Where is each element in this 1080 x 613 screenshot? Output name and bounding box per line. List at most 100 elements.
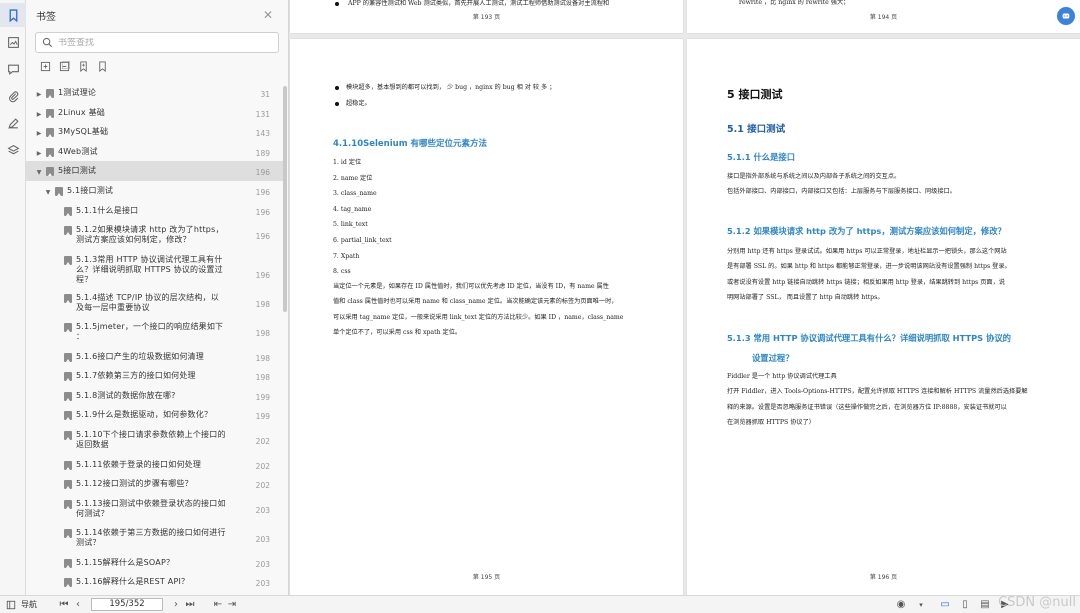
navigation-panel-icon[interactable] [4, 598, 18, 612]
page-number-input[interactable]: 195/352 [91, 598, 163, 611]
close-icon[interactable]: ✕ [260, 7, 276, 23]
next-page-icon[interactable]: › [169, 598, 183, 612]
bookmark-item[interactable]: 5.1.9什么是数据驱动，如何参数化？ 199 [26, 405, 284, 425]
subsection-heading-5-1-3-cont: 设置过程？ [752, 353, 794, 363]
last-page-icon[interactable]: ⏭ [183, 598, 197, 612]
bookmark-item[interactable]: 5.1.11依赖于登录的接口如何处理 202 [26, 455, 284, 475]
bookmark-item-icon [64, 391, 72, 401]
bookmark-item[interactable]: 5.1.1什么是接口 196 [26, 201, 284, 221]
delete-bookmark-icon[interactable] [95, 59, 109, 73]
bookmark-toolbar [26, 53, 288, 79]
double-page-view-icon[interactable]: ▯ [958, 598, 972, 612]
collapsed-arrow-icon[interactable]: ▶ [35, 147, 43, 159]
bookmark-search-input[interactable] [58, 37, 258, 48]
bookmark-item-label: 5.1.11依赖于登录的接口如何处理 [76, 459, 202, 469]
bookmark-item-label: 5.1.10下个接口请求参数依赖上个接口的 返回数据 [76, 430, 226, 450]
bookmark-item[interactable]: 5.1.7依赖第三方的接口如何处理 198 [26, 366, 284, 386]
bookmark-item[interactable]: ▶ 3MySQL基础 143 [26, 122, 284, 142]
bookmark-item-icon [64, 480, 72, 490]
subsection-heading-5-1-2: 5.1.2 如果模块请求 http 改为了 https，测试方案应该如何制定，修… [727, 226, 1006, 236]
navigation-label[interactable]: 导航 [21, 599, 37, 610]
paragraph-line: 可以采用 tag_name 定位，一般来说采用 link_text 定位的方法比… [333, 313, 624, 321]
bookmark-item-icon [64, 226, 72, 236]
expanded-arrow-icon[interactable]: ▼ [44, 186, 52, 198]
bookmark-item-label: 5.1.15解释什么是SOAP？ [76, 557, 175, 567]
bookmark-item-icon [64, 460, 72, 470]
bookmark-item[interactable]: 5.1.12接口测试的步骤有哪些？ 202 [26, 474, 284, 494]
bookmark-item-icon [46, 108, 54, 118]
bookmark-item-icon [64, 323, 72, 333]
page-195-number: 第 195 页 [472, 574, 501, 581]
collapse-all-icon[interactable] [57, 59, 71, 73]
bookmark-item[interactable]: 5.1.5jmeter，一个接口的响应结果如下 ： 198 [26, 317, 284, 347]
bookmark-scrollbar[interactable] [283, 86, 287, 312]
paragraph-5-1-1-a: 接口是指外部系统与系统之间以及内部各子系统之间的交互点。 [727, 173, 901, 180]
bookmark-item[interactable]: ▶ 4Web测试 189 [26, 142, 284, 162]
bookmark-item-icon [46, 89, 54, 98]
continuous-view-icon[interactable]: ▤ [978, 598, 992, 612]
subsection-heading-5-1-3: 5.1.3 常用 HTTP 协议调试代理工具有什么？详细说明抓取 HTTPS 协… [727, 333, 1011, 343]
layers-icon[interactable] [0, 138, 26, 162]
bookmark-item[interactable]: ▼ 5.1接口测试 196 [26, 181, 284, 201]
bookmark-item[interactable]: 5.1.13接口测试中依赖登录状态的接口如 何测试？ 203 [26, 494, 284, 524]
bookmark-item[interactable]: 5.1.14依赖于第三方数据的接口如何进行 测试？ 203 [26, 523, 284, 553]
expand-all-icon[interactable] [38, 59, 52, 73]
single-page-view-icon[interactable]: ▭ [938, 598, 952, 612]
bookmark-item-icon [64, 411, 72, 421]
paragraph-line: 明网站部署了 SSL， 而且设置了 http 自动跳转 https。 [727, 294, 884, 302]
page-194-line: rewrite ，比 nginx 的 rewrite 强大； [739, 0, 850, 6]
bookmark-item[interactable]: ▶ 1测试理论 31 [26, 83, 284, 103]
no-arrow [53, 410, 61, 412]
forward-icon[interactable]: ⇥ [225, 598, 239, 612]
bookmark-item[interactable]: 5.1.4描述 TCP/IP 协议的层次结构，以 及每一层中重要协议 198 [26, 288, 284, 318]
chapter-heading: 5 接口测试 [727, 88, 783, 101]
thumbnail-icon[interactable] [0, 30, 26, 54]
previous-page-icon[interactable]: ‹ [71, 598, 85, 612]
bookmark-item-page: 196 [255, 207, 270, 217]
bookmark-icon[interactable] [0, 3, 26, 27]
collapsed-arrow-icon[interactable]: ▶ [35, 127, 43, 139]
page-193-bottom: APP 的兼容性测试和 Web 测试类似，首先开展人工测试，测试工程师借助测试设… [290, 0, 683, 33]
bookmark-item[interactable]: 5.1.15解释什么是SOAP？ 203 [26, 553, 284, 573]
bookmark-item-icon [64, 255, 72, 265]
bookmark-item-page: 203 [255, 505, 270, 515]
bookmark-item[interactable]: 5.1.16解释什么是REST API？ 203 [26, 572, 284, 592]
assistant-button[interactable] [1057, 7, 1075, 25]
bookmark-item-label: 5.1.14依赖于第三方数据的接口如何进行 测试？ [76, 528, 226, 548]
bookmark-item-label: 5.1.5jmeter，一个接口的响应结果如下 ： [76, 322, 224, 342]
paragraph-line: 在浏览器抓取 HTTPS 协议了） [727, 419, 815, 427]
no-arrow [53, 528, 61, 530]
bookmark-item-icon [64, 558, 72, 568]
eye-dropdown-icon[interactable]: ▾ [914, 598, 928, 612]
bookmark-item-label: 5接口测试 [58, 166, 97, 176]
comment-icon[interactable] [0, 57, 26, 81]
collapsed-arrow-icon[interactable]: ▶ [35, 88, 43, 100]
add-bookmark-icon[interactable] [76, 59, 90, 73]
bookmark-item[interactable]: 5.1.8测试的数据你放在哪? 199 [26, 386, 284, 406]
bookmark-item[interactable]: ▶ 2Linux 基础 131 [26, 103, 284, 123]
bookmark-item-page: 196 [255, 187, 270, 197]
eye-protection-icon[interactable]: ◉ [894, 598, 908, 612]
bookmark-item-icon [55, 186, 63, 196]
bookmark-item[interactable]: 5.1.6接口产生的垃圾数据如何清理 198 [26, 347, 284, 367]
locator-list-item: 8. css [333, 268, 351, 276]
bookmark-item[interactable]: 5.1.10下个接口请求参数依赖上个接口的 返回数据 202 [26, 425, 284, 455]
bookmark-item[interactable]: 5.1.2如果模块请求 http 改为了https， 测试方案应该如何制定，修改… [26, 220, 284, 250]
expanded-arrow-icon[interactable]: ▼ [35, 166, 43, 178]
first-page-icon[interactable]: ⏮ [57, 598, 71, 612]
bullet-text-2: 超稳定。 [346, 100, 371, 107]
status-bar: 导航 ⏮ ‹ 195/352 › ⏭ ⇤ ⇥ ◉ ▾ ▭ ▯ ▤ ▶ [0, 595, 1080, 613]
bookmark-search[interactable] [35, 32, 279, 53]
bookmark-item-page: 189 [255, 148, 270, 158]
bookmark-item-page: 198 [255, 299, 270, 309]
bookmark-item[interactable]: 5.1.3常用 HTTP 协议调试代理工具有什 么？详细说明抓取 HTTPS 协… [26, 250, 284, 288]
no-arrow [53, 352, 61, 354]
bookmark-item-page: 31 [260, 90, 270, 99]
collapsed-arrow-icon[interactable]: ▶ [35, 108, 43, 120]
back-icon[interactable]: ⇤ [211, 598, 225, 612]
bookmark-item-page: 196 [255, 232, 270, 242]
bookmark-tree: ▶ 1测试理论 31 ▶ 2Linux 基础 131 ▶ 3MySQL基础 143 ▶ 4Web测试… [26, 83, 284, 595]
attachment-icon[interactable] [0, 84, 26, 108]
bookmark-item[interactable]: ▼ 5接口测试 196 [26, 161, 284, 181]
signature-icon[interactable] [0, 111, 26, 135]
